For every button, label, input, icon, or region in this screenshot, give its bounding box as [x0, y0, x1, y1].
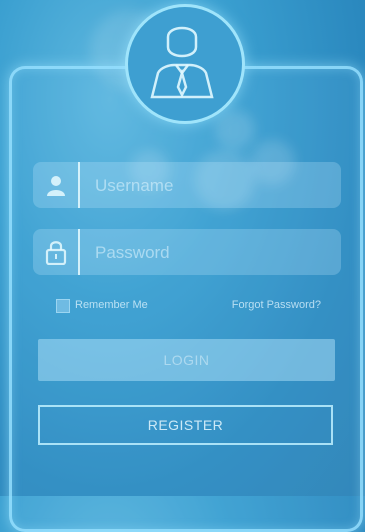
password-field[interactable]	[33, 229, 341, 277]
field-divider	[78, 162, 80, 208]
username-field[interactable]	[33, 162, 341, 210]
lock-icon	[45, 241, 67, 265]
login-button[interactable]: LOGIN	[38, 339, 335, 381]
field-divider	[78, 229, 80, 275]
forgot-password-link[interactable]: Forgot Password?	[232, 299, 321, 311]
username-input[interactable]	[93, 162, 337, 210]
user-avatar-icon	[150, 26, 214, 99]
register-button[interactable]: REGISTER	[38, 405, 333, 445]
user-icon	[47, 176, 65, 196]
avatar	[125, 4, 245, 124]
password-input[interactable]	[93, 229, 337, 277]
remember-label[interactable]: Remember Me	[75, 299, 148, 311]
remember-checkbox[interactable]	[56, 299, 70, 313]
options-row: Remember Me Forgot Password?	[56, 298, 321, 314]
